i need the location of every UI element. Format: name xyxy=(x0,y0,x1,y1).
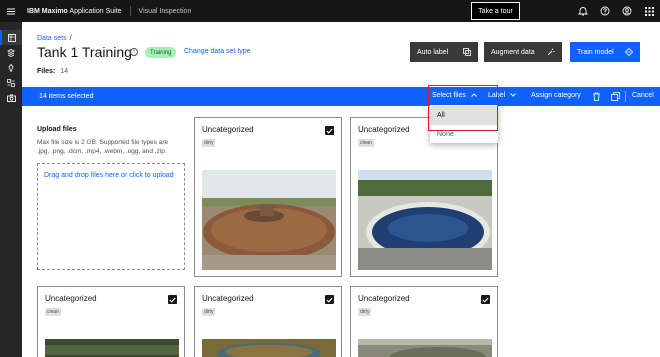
breadcrumb: Data sets / xyxy=(37,35,72,42)
nav-camera-icon[interactable] xyxy=(0,90,22,105)
image-card[interactable]: Uncategorized dirty xyxy=(350,286,498,357)
header-divider xyxy=(129,6,131,16)
status-badge: Training xyxy=(145,47,177,58)
auto-label-button[interactable]: Auto label xyxy=(410,42,478,62)
card-tag: clean xyxy=(358,139,374,147)
batch-action-bar: 14 items selected Select files Label Ass… xyxy=(22,87,660,106)
chevron-down-icon xyxy=(510,93,516,97)
augment-data-button[interactable]: Augment data xyxy=(484,42,562,62)
brand-name[interactable]: IBM Maximo Application Suite xyxy=(22,8,122,15)
user-avatar-icon[interactable] xyxy=(621,5,633,17)
image-card[interactable]: Uncategorized dirty xyxy=(194,117,342,277)
card-category: Uncategorized xyxy=(45,294,97,303)
card-tag: clean xyxy=(45,308,61,316)
nav-models-icon[interactable] xyxy=(0,45,22,60)
checkbox-checked-icon[interactable] xyxy=(481,295,490,304)
label-dropdown[interactable]: Label xyxy=(488,92,516,99)
toolbar-divider xyxy=(625,91,626,102)
assign-category-button[interactable]: Assign category xyxy=(531,92,581,99)
card-category: Uncategorized xyxy=(202,125,254,134)
app-switcher-icon[interactable] xyxy=(643,5,655,17)
upload-title: Upload files xyxy=(37,126,77,133)
page-title: Tank 1 Training xyxy=(37,44,132,60)
menu-icon[interactable] xyxy=(0,0,22,22)
checkbox-checked-icon[interactable] xyxy=(168,295,177,304)
cancel-button[interactable]: Cancel xyxy=(632,92,654,99)
help-icon[interactable] xyxy=(599,5,611,17)
image-thumbnail xyxy=(358,170,492,270)
upload-description: Max file size is 2 GB. Supported file ty… xyxy=(37,139,169,155)
take-tour-button[interactable]: Take a tour xyxy=(471,2,520,20)
select-all-option[interactable]: All xyxy=(430,106,498,125)
info-icon[interactable]: i xyxy=(130,48,138,56)
dropzone-text: Drag and drop files here or click to upl… xyxy=(44,172,174,179)
selected-count: 14 items selected xyxy=(39,93,94,100)
card-tag: dirty xyxy=(358,308,372,316)
copy-icon[interactable] xyxy=(611,92,620,101)
files-count: Files: 14 xyxy=(37,68,69,75)
notification-icon[interactable] xyxy=(577,5,589,17)
image-thumbnail xyxy=(202,170,336,270)
card-tag: dirty xyxy=(202,308,216,316)
train-model-icon xyxy=(625,48,633,56)
upload-dropzone[interactable]: Drag and drop files here or click to upl… xyxy=(37,163,185,270)
nav-datasets-icon[interactable] xyxy=(0,30,22,45)
nav-projects-icon[interactable] xyxy=(0,75,22,90)
dataset-header: Data sets / Tank 1 Training i Training Ch… xyxy=(22,22,660,87)
train-model-button[interactable]: Train model xyxy=(570,42,640,62)
image-thumbnail xyxy=(45,339,179,357)
top-header: IBM Maximo Application Suite Visual Insp… xyxy=(0,0,660,22)
select-none-option[interactable]: None xyxy=(430,125,498,144)
image-thumbnail xyxy=(358,339,492,357)
files-grid: Upload files Max file size is 2 GB. Supp… xyxy=(22,106,660,357)
image-card[interactable]: Uncategorized clean xyxy=(37,286,185,357)
select-files-dropdown[interactable]: Select files xyxy=(432,92,477,99)
chevron-up-icon xyxy=(470,93,477,97)
auto-label-icon xyxy=(463,48,471,56)
checkbox-checked-icon[interactable] xyxy=(325,295,334,304)
nav-deploy-icon[interactable] xyxy=(0,60,22,75)
image-thumbnail xyxy=(202,339,336,357)
delete-icon[interactable] xyxy=(592,92,601,101)
card-category: Uncategorized xyxy=(358,294,410,303)
card-tag: dirty xyxy=(202,139,216,147)
product-name: Visual Inspection xyxy=(138,7,192,15)
select-files-menu: All None xyxy=(430,105,498,143)
breadcrumb-datasets-link[interactable]: Data sets xyxy=(37,35,67,42)
image-card[interactable]: Uncategorized dirty xyxy=(194,286,342,357)
breadcrumb-separator: / xyxy=(69,35,72,42)
card-category: Uncategorized xyxy=(358,125,410,134)
change-dataset-type-link[interactable]: Change data set type xyxy=(184,48,251,55)
card-category: Uncategorized xyxy=(202,294,254,303)
side-nav xyxy=(0,22,22,357)
magic-wand-icon xyxy=(547,48,555,56)
checkbox-checked-icon[interactable] xyxy=(325,126,334,135)
